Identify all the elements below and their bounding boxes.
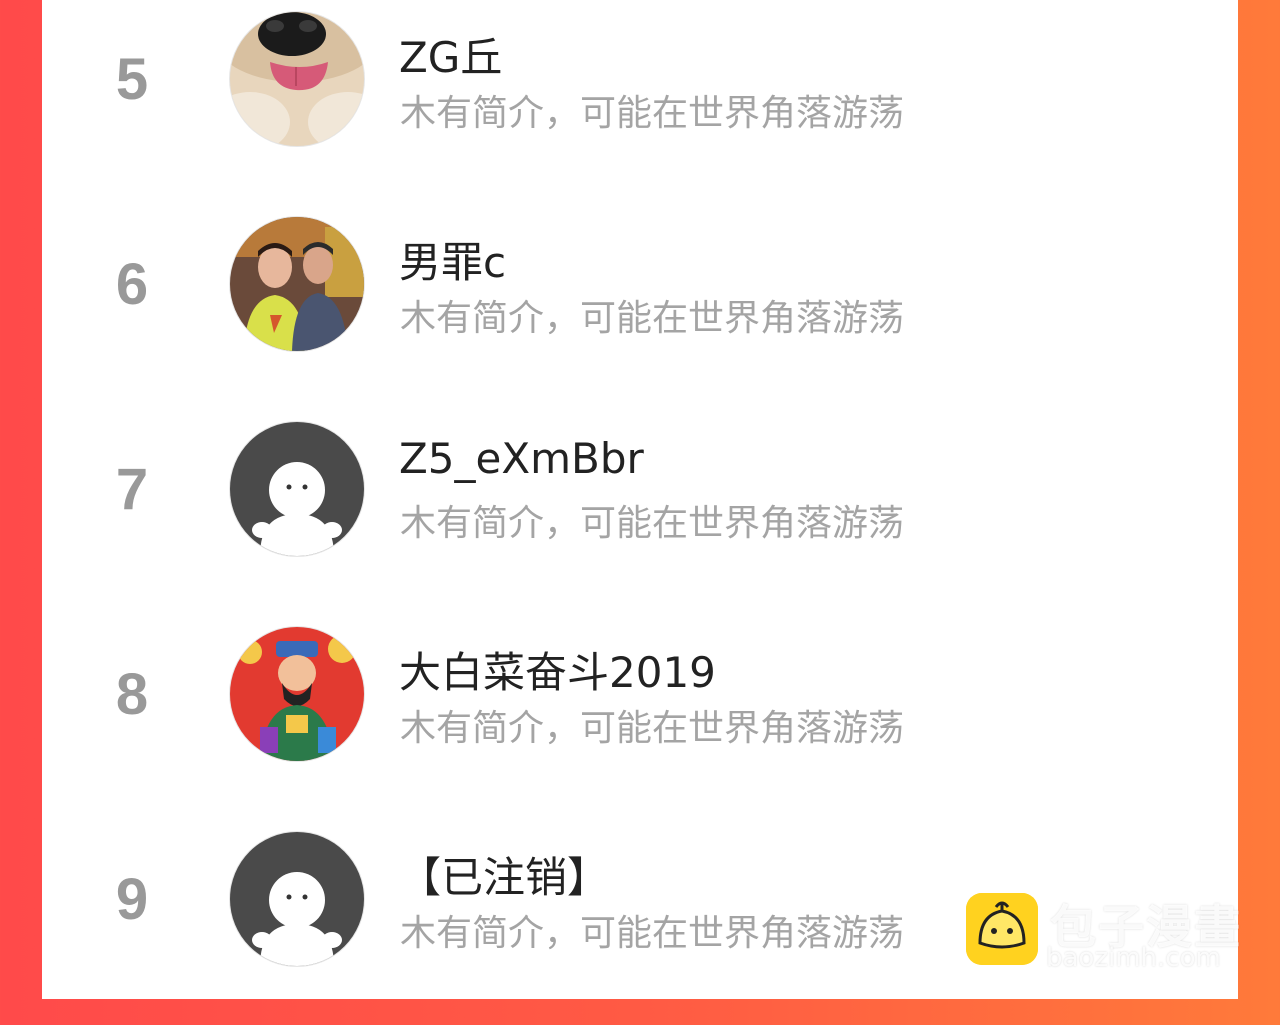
rank-number: 9 (115, 867, 149, 932)
watermark-url: baozimh.com (1046, 943, 1221, 973)
default-person-avatar[interactable] (230, 832, 364, 966)
site-watermark: 包子漫畫 baozimh.com (966, 893, 1266, 977)
user-description: 木有简介，可能在世界角落游荡 (400, 503, 905, 544)
user-description: 木有简介，可能在世界角落游荡 (400, 298, 905, 339)
user-name[interactable]: 男罪c (399, 229, 506, 290)
user-name[interactable]: ZG丘 (399, 24, 502, 85)
fortune-god-avatar[interactable] (230, 627, 364, 761)
ranking-panel: 5 ZG丘 木有简介，可能在世界角落游荡 6 男罪c 木有简介，可能在世界角落游… (42, 0, 1238, 999)
user-name[interactable]: 【已注销】 (399, 844, 609, 905)
dog-photo-avatar[interactable] (230, 12, 364, 146)
user-description: 木有简介，可能在世界角落游荡 (400, 93, 905, 134)
rank-number: 7 (115, 457, 149, 522)
ranking-row[interactable]: 5 ZG丘 木有简介，可能在世界角落游荡 (42, 0, 1238, 205)
rank-number: 5 (115, 47, 149, 112)
user-name[interactable]: 大白菜奋斗2019 (399, 639, 716, 700)
bun-logo-icon (966, 893, 1038, 965)
user-description: 木有简介，可能在世界角落游荡 (400, 708, 905, 749)
ranking-row[interactable]: 6 男罪c 木有简介，可能在世界角落游荡 (42, 205, 1238, 410)
rank-number: 8 (115, 662, 149, 727)
ranking-row[interactable]: 7 Z5_eXmBbr 木有简介，可能在世界角落游荡 (42, 410, 1238, 615)
ranking-row[interactable]: 8 大白菜奋斗2019 木有简介，可能在世界角落游荡 (42, 615, 1238, 820)
default-person-avatar[interactable] (230, 422, 364, 556)
rank-number: 6 (115, 252, 149, 317)
two-men-photo-avatar[interactable] (230, 217, 364, 351)
user-description: 木有简介，可能在世界角落游荡 (400, 913, 905, 954)
user-name[interactable]: Z5_eXmBbr (399, 434, 644, 483)
